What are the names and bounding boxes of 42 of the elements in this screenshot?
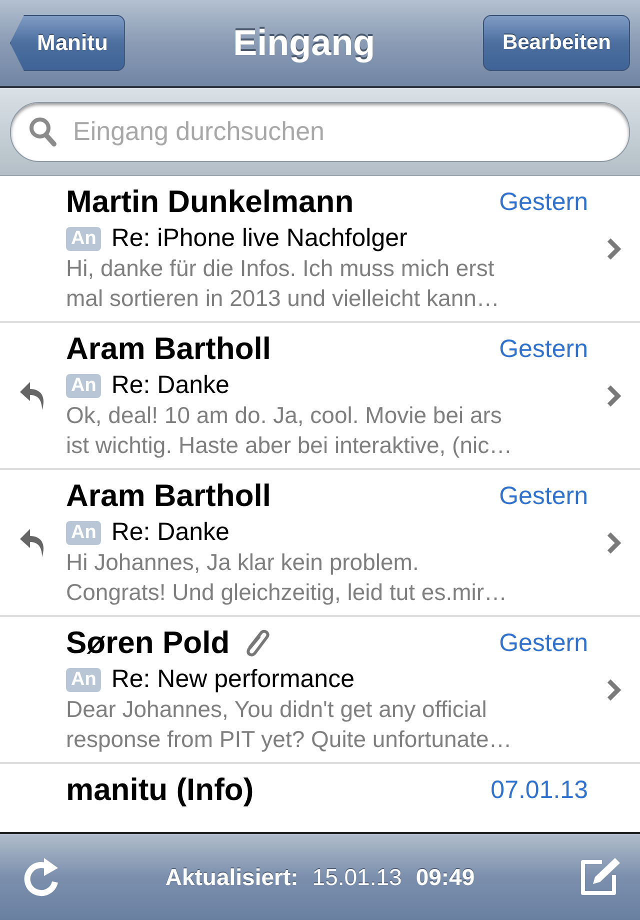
message-preview: response from PIT yet? Quite unfortunate… xyxy=(66,725,513,754)
message-preview: Congrats! Und gleichzeitig, leid tut es.mir… xyxy=(66,578,508,607)
sender-name: Søren Pold xyxy=(66,625,230,661)
sender-name: Martin Dunkelmann xyxy=(66,184,354,220)
message-preview: Dear Johannes, You didn't get any official xyxy=(66,695,488,724)
message-row[interactable]: Aram Bartholl Gestern An Re: Danke Ok, deal! 10 am do. Ja, cool. Movie bei ars ist wichtig. Haste aber bei interaktive, (nic… xyxy=(0,323,640,470)
message-preview: Ok, deal! 10 am do. Ja, cool. Movie bei ars xyxy=(66,401,503,430)
message-date: Gestern xyxy=(499,188,588,216)
chevron-icon xyxy=(606,530,622,554)
message-subject: Re: New performance xyxy=(111,665,354,694)
chevron-icon xyxy=(606,384,622,408)
recipient-tag: An xyxy=(66,668,102,692)
chevron-icon xyxy=(606,236,622,260)
sender-name: manitu (Info) xyxy=(66,772,254,808)
search-field[interactable]: Eingang durchsuchen xyxy=(10,102,630,162)
sender-name: Aram Bartholl xyxy=(66,331,271,367)
message-preview: Hi, danke für die Infos. Ich muss mich erst xyxy=(66,254,496,283)
message-subject: Re: Danke xyxy=(111,518,230,547)
status-label: Aktualisiert: xyxy=(165,864,298,890)
message-date: Gestern xyxy=(499,334,588,364)
message-row[interactable]: Søren Pold Gestern An Re: New performance Dear Johannes, You didn't get any official response from PIT yet? Quite unfortunate… xyxy=(0,617,640,764)
sender-name: Aram Bartholl xyxy=(66,478,271,514)
back-button[interactable]: Manitu xyxy=(10,15,125,71)
updated-time: 09:49 xyxy=(416,864,475,890)
message-row[interactable]: Martin Dunkelmann Gestern An Re: iPhone live Nachfolger Hi, danke für die Infos. Ich muss mich erst mal sortieren in 2013 und vielleicht kann… xyxy=(0,176,640,323)
message-row[interactable]: Aram Bartholl Gestern An Re: Danke Hi Johannes, Ja klar kein problem. Congrats! Und gleichzeitig, leid tut es.mir… xyxy=(0,470,640,617)
search-icon xyxy=(29,116,57,146)
edit-button[interactable]: Bearbeiten xyxy=(483,15,630,71)
message-preview: Hi Johannes, Ja klar kein problem. xyxy=(66,548,420,577)
recipient-tag: An xyxy=(66,520,102,544)
message-preview: mal sortieren in 2013 und vielleicht kann… xyxy=(66,284,500,313)
updated-date: 15.01.13 xyxy=(312,864,402,890)
message-date: 07.01.13 xyxy=(490,776,588,804)
message-preview: ist wichtig. Haste aber bei interaktive, (nic… xyxy=(66,431,514,460)
recipient-tag: An xyxy=(66,374,102,398)
message-date: Gestern xyxy=(499,628,588,658)
chevron-icon xyxy=(606,678,622,702)
message-subject: Re: iPhone live Nachfolger xyxy=(111,224,408,253)
screen-title: Eingang xyxy=(233,22,376,64)
recipient-tag: An xyxy=(66,226,102,250)
message-date: Gestern xyxy=(499,482,588,510)
message-subject: Re: Danke xyxy=(111,371,230,400)
